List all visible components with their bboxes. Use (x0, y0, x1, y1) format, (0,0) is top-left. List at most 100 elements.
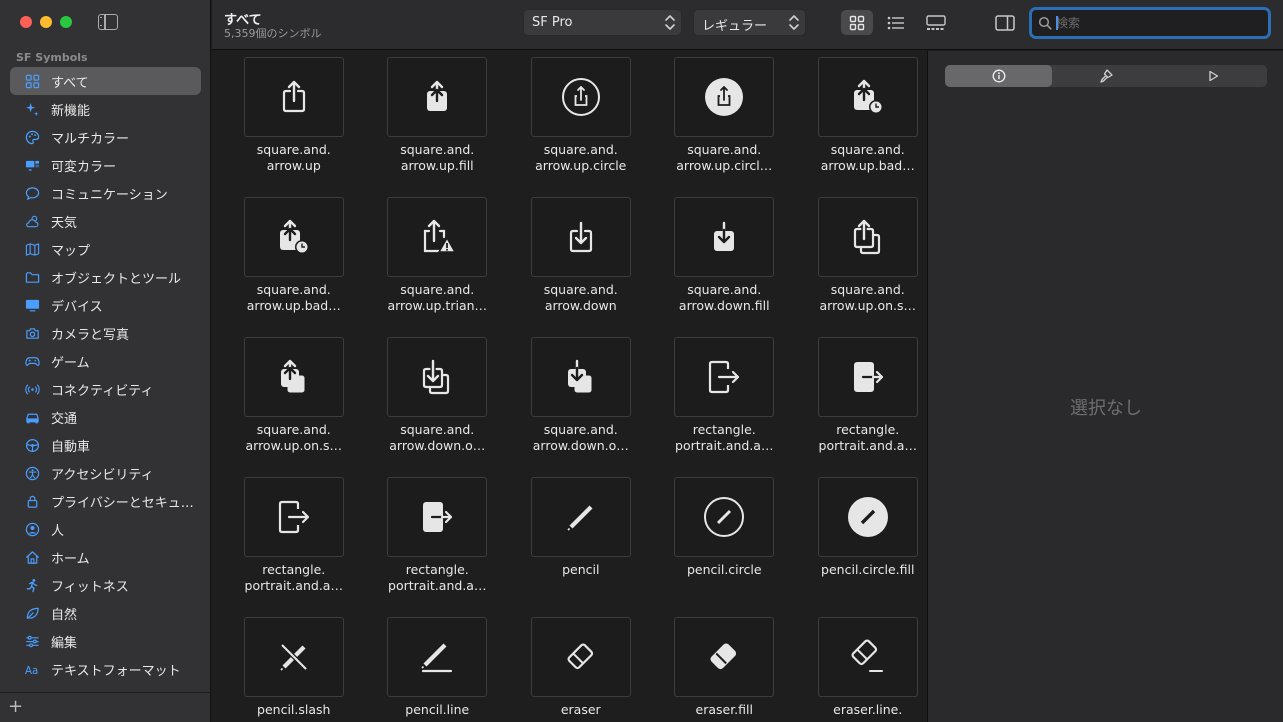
zoom-window-button[interactable] (60, 16, 72, 28)
symbol-cell[interactable]: pencil.circle (653, 477, 797, 617)
symbol-tile[interactable] (243, 57, 344, 137)
symbol-cell[interactable]: square.and. arrow.up.circl… (653, 57, 797, 197)
symbol-cell[interactable]: square.and. arrow.up.trian… (366, 197, 510, 337)
sidebar-item[interactable]: コミュニケーション (10, 179, 201, 207)
symbol-name: square.and. arrow.up.fill (400, 142, 475, 173)
sidebar-item[interactable]: 自動車 (10, 431, 201, 459)
inspector-toggle-button[interactable] (989, 10, 1021, 35)
symbol-tile[interactable] (243, 617, 344, 697)
sidebar-item[interactable]: 自然 (10, 599, 201, 627)
sidebar-item[interactable]: ホーム (10, 543, 201, 571)
weight-popup[interactable]: レギュラー (693, 9, 806, 36)
tab-animate[interactable] (1160, 65, 1267, 87)
symbol-tile[interactable] (387, 57, 488, 137)
sidebar-item-label: オブジェクトとツール (51, 271, 182, 287)
sidebar-item-label: 可変カラー (51, 159, 117, 175)
symbol-cell[interactable]: rectangle. portrait.and.a… (222, 477, 366, 617)
symbol-tile[interactable] (817, 477, 918, 557)
symbol-tile[interactable] (387, 337, 488, 417)
close-window-button[interactable] (20, 16, 32, 28)
symbol-cell[interactable]: square.and. arrow.up.on.s… (222, 337, 366, 477)
symbol-cell[interactable]: square.and. arrow.up.circle (509, 57, 653, 197)
symbol-tile[interactable] (817, 337, 918, 417)
symbol-cell[interactable]: rectangle. portrait.and.a… (366, 477, 510, 617)
symbol-cell[interactable]: square.and. arrow.up.fill (366, 57, 510, 197)
sidebar-item[interactable]: ゲーム (10, 347, 201, 375)
symbol-tile[interactable] (674, 617, 775, 697)
symbol-tile[interactable] (387, 197, 488, 277)
sidebar-item[interactable]: 天気 (10, 207, 201, 235)
gallery-view-button[interactable] (920, 10, 952, 35)
grid-view-button[interactable] (841, 10, 873, 35)
eraser-line-dashed-icon (851, 639, 883, 672)
symbol-cell[interactable]: square.and. arrow.up.bad… (796, 57, 926, 197)
tab-customize[interactable] (1052, 65, 1159, 87)
sidebar-item[interactable]: カメラと写真 (10, 319, 201, 347)
symbol-tile[interactable] (674, 197, 775, 277)
sidebar-item[interactable]: オブジェクトとツール (10, 263, 201, 291)
sidebar-item[interactable]: 人 (10, 515, 201, 543)
search-input[interactable] (1056, 12, 1261, 34)
symbol-name: square.and. arrow.up.circl… (676, 142, 773, 173)
symbol-cell[interactable]: square.and. arrow.down.o… (509, 337, 653, 477)
sidebar-item[interactable]: 可変カラー (10, 151, 201, 179)
pencil-circle-icon (704, 497, 745, 537)
sidebar-item[interactable]: デバイス (10, 291, 201, 319)
symbol-tile[interactable] (530, 337, 631, 417)
tab-info[interactable] (945, 65, 1053, 87)
symbol-cell[interactable]: eraser.fill (653, 617, 797, 722)
sidebar-item[interactable]: コネクティビティ (10, 375, 201, 403)
symbol-tile[interactable] (674, 337, 775, 417)
minimize-window-button[interactable] (40, 16, 52, 28)
symbol-tile[interactable] (387, 617, 488, 697)
leaf-icon (24, 605, 40, 621)
symbol-cell[interactable]: pencil.line (366, 617, 510, 722)
symbol-cell[interactable]: square.and. arrow.down.fill (653, 197, 797, 337)
sidebar-item[interactable]: フィットネス (10, 571, 201, 599)
symbol-tile[interactable] (530, 477, 631, 557)
symbol-cell[interactable]: square.and. arrow.down.o… (366, 337, 510, 477)
symbol-cell[interactable]: square.and. arrow.down (509, 197, 653, 337)
symbol-tile[interactable] (817, 197, 918, 277)
square-and-arrow-up-circle-icon (561, 78, 600, 116)
sidebar-item[interactable]: アクセシビリティ (10, 459, 201, 487)
symbol-tile[interactable] (530, 57, 631, 137)
symbol-cell[interactable]: eraser (509, 617, 653, 722)
symbol-tile[interactable] (243, 337, 344, 417)
font-popup[interactable]: SF Pro (523, 9, 682, 36)
chevron-updown-icon (665, 15, 675, 30)
sidebar-item[interactable]: 編集 (10, 627, 201, 655)
sidebar-toggle-icon[interactable] (98, 14, 118, 30)
sidebar-item[interactable]: Aa テキストフォーマット (10, 655, 201, 683)
sidebar-item[interactable]: マルチカラー (10, 123, 201, 151)
symbol-cell[interactable]: pencil.circle.fill (796, 477, 926, 617)
square-and-arrow-up-on-square-fill-icon (280, 359, 306, 394)
sidebar-item-label: デバイス (51, 299, 103, 315)
symbol-grid-area[interactable]: square.and. arrow.up square.and. arrow.up… (212, 51, 926, 722)
symbol-tile[interactable] (817, 617, 918, 697)
list-view-button[interactable] (880, 10, 912, 35)
symbol-cell[interactable]: square.and. arrow.up.bad… (222, 197, 366, 337)
symbol-tile[interactable] (530, 617, 631, 697)
search-field[interactable] (1029, 7, 1271, 39)
sidebar-item[interactable]: 交通 (10, 403, 201, 431)
symbol-tile[interactable] (243, 197, 344, 277)
symbol-tile[interactable] (674, 57, 775, 137)
sidebar-item[interactable]: すべて (10, 67, 201, 95)
sidebar-item[interactable]: マップ (10, 235, 201, 263)
symbol-tile[interactable] (243, 477, 344, 557)
symbol-cell[interactable]: square.and. arrow.up.on.s… (796, 197, 926, 337)
symbol-tile[interactable] (674, 477, 775, 557)
symbol-tile[interactable] (387, 477, 488, 557)
symbol-cell[interactable]: rectangle. portrait.and.a… (796, 337, 926, 477)
add-collection-button[interactable]: + (8, 696, 23, 718)
symbol-cell[interactable]: rectangle. portrait.and.a… (653, 337, 797, 477)
symbol-tile[interactable] (530, 197, 631, 277)
symbol-cell[interactable]: eraser.line. (796, 617, 926, 722)
symbol-tile[interactable] (817, 57, 918, 137)
sidebar-item[interactable]: 新機能 (10, 95, 201, 123)
symbol-cell[interactable]: square.and. arrow.up (222, 57, 366, 197)
symbol-cell[interactable]: pencil (509, 477, 653, 617)
symbol-cell[interactable]: pencil.slash (222, 617, 366, 722)
sidebar-item[interactable]: プライバシーとセキュ… (10, 487, 201, 515)
